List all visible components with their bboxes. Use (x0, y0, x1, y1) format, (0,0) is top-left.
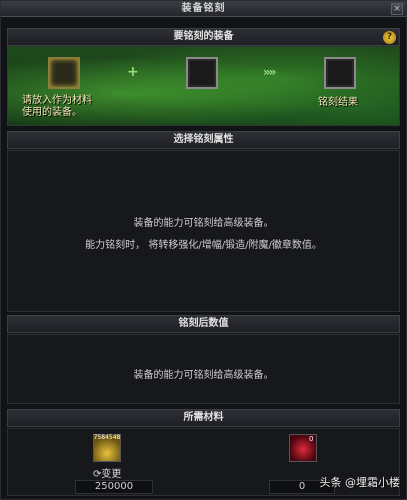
target-equipment-header: 要铭刻的装备 ? (7, 28, 400, 46)
select-attribute-header: 选择铭刻属性 (7, 131, 400, 149)
close-button[interactable]: × (391, 3, 403, 15)
required-materials-title: 所需材料 (183, 412, 224, 423)
title-bar[interactable]: 装备铭刻 × (1, 1, 406, 17)
result-slot-caption: 铭刻结果 (318, 97, 358, 108)
after-values-info: 装备的能力可铭刻给高级装备。 (133, 370, 274, 381)
gold-badge-text: 7584548 (93, 434, 121, 441)
change-currency-button[interactable]: ⟳变更 (93, 465, 121, 480)
target-equipment-slot[interactable] (186, 57, 218, 89)
after-values-header: 铭刻后数值 (7, 315, 400, 333)
required-materials-header: 所需材料 (7, 409, 400, 427)
target-equipment-title: 要铭刻的装备 (173, 31, 234, 42)
after-values-title: 铭刻后数值 (178, 318, 229, 329)
watermark: 头条 @埋霜小楼 (319, 476, 401, 489)
attribute-panel (7, 150, 400, 312)
window-title: 装备铭刻 (181, 3, 226, 14)
inscription-slots-area: 请放入作为材料 使用的装备。 + »» 铭刻结果 (7, 46, 400, 126)
change-label: 变更 (101, 469, 122, 480)
attribute-info-line2: 能力铭刻时， 将转移强化/增幅/锻造/附魔/徽章数值。 (85, 240, 322, 251)
arrow-right-icon: »» (263, 65, 276, 79)
material-equipment-slot[interactable] (48, 57, 80, 89)
result-equipment-slot[interactable] (324, 57, 356, 89)
gem-count-badge: 0 (309, 435, 314, 443)
help-icon[interactable]: ? (383, 31, 396, 44)
gold-amount-field: 250000 (75, 480, 153, 494)
inscription-window: 装备铭刻 × 要铭刻的装备 ? 请放入作为材料 使用的装备。 + »» 铭刻结果… (0, 0, 407, 500)
attribute-info-line1: 装备的能力可铭刻给高级装备。 (133, 218, 274, 229)
plus-icon: + (127, 64, 139, 80)
select-attribute-title: 选择铭刻属性 (173, 134, 234, 145)
material-slot-caption: 请放入作为材料 使用的装备。 (22, 95, 92, 118)
